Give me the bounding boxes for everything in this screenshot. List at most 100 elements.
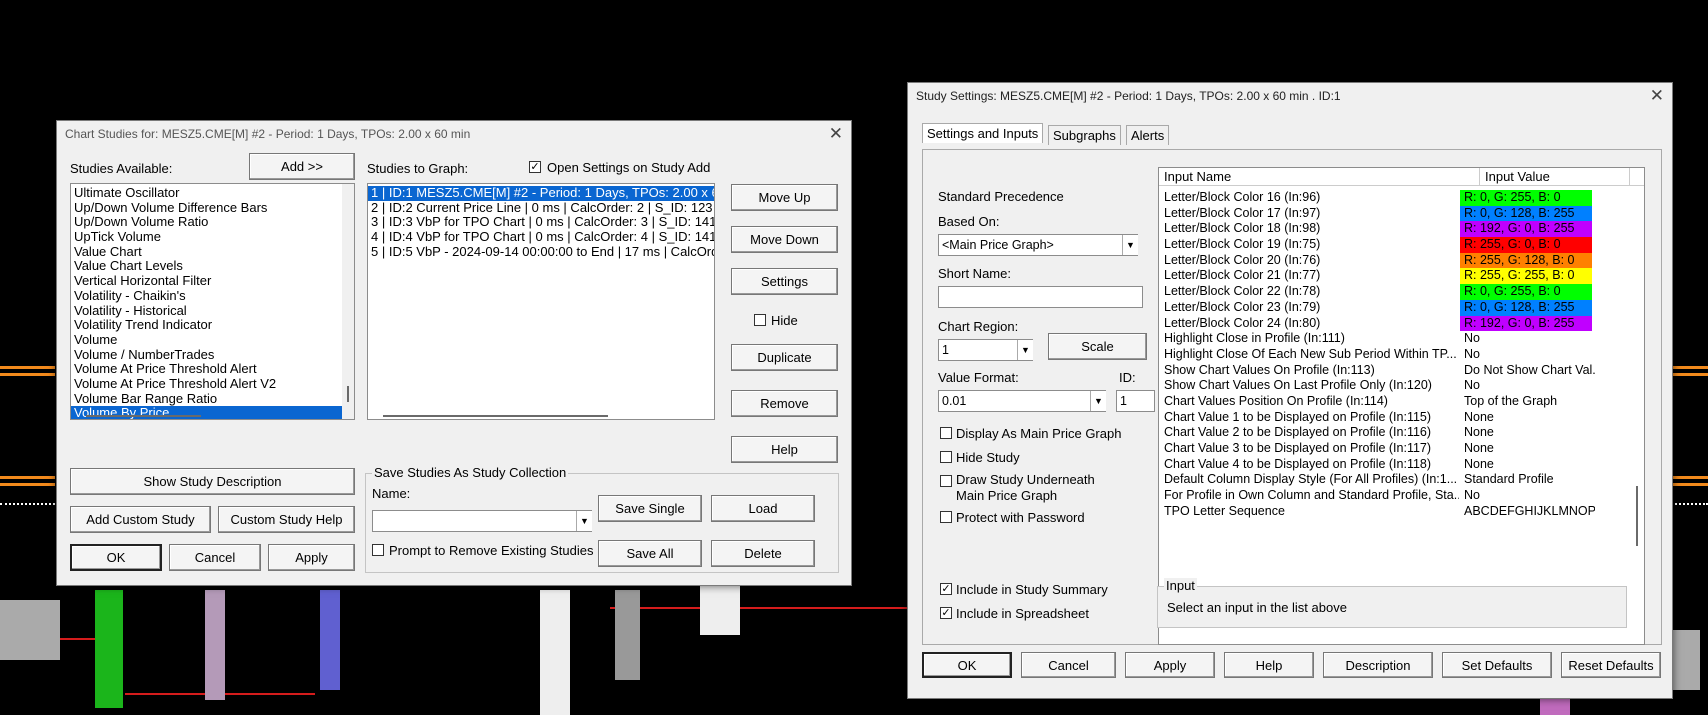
list-item[interactable]: Volume By Price bbox=[71, 406, 354, 419]
input-value-cell[interactable]: R: 0, G: 255, B: 0 bbox=[1460, 190, 1592, 206]
open-settings-checkbox[interactable]: ✓ bbox=[529, 161, 541, 173]
list-item[interactable]: Volume Bar Range Ratio bbox=[71, 391, 354, 407]
inputs-grid[interactable]: Input Name Input Value Letter/Block Colo… bbox=[1158, 167, 1645, 645]
input-value-cell[interactable]: Do Not Show Chart Val... bbox=[1460, 363, 1595, 379]
list-item[interactable]: Volume bbox=[71, 332, 354, 348]
input-value-cell[interactable]: No bbox=[1460, 488, 1595, 504]
table-row[interactable]: Default Column Display Style (For All Pr… bbox=[1159, 472, 1644, 488]
list-item[interactable]: Up/Down Volume Ratio bbox=[71, 215, 354, 230]
list-item[interactable]: 3 | ID:3 VbP for TPO Chart | 0 ms | Calc… bbox=[368, 215, 714, 230]
include-spreadsheet-checkbox[interactable]: ✓ bbox=[940, 607, 952, 619]
help-button[interactable]: Help bbox=[731, 436, 838, 463]
input-value-cell[interactable]: No bbox=[1460, 347, 1595, 363]
studies-to-graph-list[interactable]: 1 | ID:1 MESZ5.CME[M] #2 - Period: 1 Day… bbox=[367, 183, 715, 420]
based-on-dropdown[interactable]: <Main Price Graph> bbox=[938, 234, 1138, 256]
tab-subgraphs[interactable]: Subgraphs bbox=[1048, 125, 1121, 145]
input-value-cell[interactable]: None bbox=[1460, 425, 1595, 441]
studies-available-list[interactable]: Ultimate Oscillator Up/Down Volume Differ… bbox=[70, 183, 355, 420]
table-row[interactable]: Show Chart Values On Last Profile Only (… bbox=[1159, 378, 1644, 394]
id-input[interactable]: 1 bbox=[1116, 390, 1155, 412]
list-item[interactable]: 5 | ID:5 VbP - 2024-09-14 00:00:00 to En… bbox=[368, 244, 714, 260]
list-item[interactable]: UpTick Volume bbox=[71, 229, 354, 245]
list-item[interactable]: 2 | ID:2 Current Price Line | 0 ms | Cal… bbox=[368, 200, 714, 216]
list-item[interactable]: Volatility - Historical bbox=[71, 303, 354, 319]
save-all-button[interactable]: Save All bbox=[598, 540, 702, 567]
table-row[interactable]: Letter/Block Color 16 (In:96) R: 0, G: 25… bbox=[1159, 190, 1644, 206]
short-name-input[interactable] bbox=[938, 286, 1143, 308]
input-value-cell[interactable]: ABCDEFGHIJKLMNOP bbox=[1460, 504, 1595, 520]
list-item[interactable]: Value Chart bbox=[71, 244, 354, 260]
list-item[interactable]: Up/Down Volume Difference Bars bbox=[71, 200, 354, 216]
input-value-cell[interactable]: No bbox=[1460, 378, 1595, 394]
add-button[interactable]: Add >> bbox=[249, 153, 355, 180]
table-row[interactable]: For Profile in Own Column and Standard P… bbox=[1159, 488, 1644, 504]
input-value-cell[interactable]: None bbox=[1460, 410, 1595, 426]
table-row[interactable]: Letter/Block Color 22 (In:78) R: 0, G: 25… bbox=[1159, 284, 1644, 300]
move-up-button[interactable]: Move Up bbox=[731, 184, 838, 211]
description-button[interactable]: Description bbox=[1323, 652, 1433, 678]
delete-button[interactable]: Delete bbox=[711, 540, 815, 567]
protect-password-checkbox[interactable] bbox=[940, 511, 952, 523]
display-as-main-price-graph-checkbox[interactable] bbox=[940, 427, 952, 439]
list-item[interactable]: Value Chart Levels bbox=[71, 259, 354, 274]
collection-name-dropdown[interactable] bbox=[372, 510, 592, 532]
grid-scrollbar[interactable] bbox=[1630, 186, 1644, 644]
settings-apply-button[interactable]: Apply bbox=[1125, 652, 1215, 678]
graph-list-hscroll[interactable] bbox=[383, 415, 608, 417]
input-value-cell[interactable]: R: 0, G: 255, B: 0 bbox=[1460, 284, 1592, 300]
value-format-dropdown[interactable]: 0.01 bbox=[938, 390, 1106, 412]
scale-button[interactable]: Scale bbox=[1048, 333, 1147, 360]
chevron-down-icon[interactable]: ▼ bbox=[1017, 340, 1033, 360]
list-item[interactable]: Volatility - Chaikin's bbox=[71, 288, 354, 304]
cancel-button[interactable]: Cancel bbox=[169, 544, 261, 571]
close-icon[interactable]: ✕ bbox=[1650, 86, 1664, 106]
remove-button[interactable]: Remove bbox=[731, 390, 838, 417]
table-row[interactable]: Letter/Block Color 23 (In:79) R: 0, G: 12… bbox=[1159, 299, 1644, 316]
hide-study-checkbox[interactable] bbox=[940, 451, 952, 463]
tab-alerts[interactable]: Alerts bbox=[1126, 125, 1170, 145]
chevron-down-icon[interactable]: ▼ bbox=[1122, 235, 1138, 255]
apply-button[interactable]: Apply bbox=[268, 544, 355, 571]
list-item[interactable]: Volatility Trend Indicator bbox=[71, 317, 354, 333]
table-row[interactable]: Letter/Block Color 21 (In:77) R: 255, G: … bbox=[1159, 268, 1644, 285]
input-value-cell[interactable]: None bbox=[1460, 457, 1595, 473]
list-item[interactable]: Volume At Price Threshold Alert V2 bbox=[71, 376, 354, 392]
tab-settings-and-inputs[interactable]: Settings and Inputs bbox=[922, 123, 1044, 143]
available-list-hscroll[interactable] bbox=[86, 415, 201, 417]
chevron-down-icon[interactable]: ▼ bbox=[576, 511, 592, 531]
show-study-description-button[interactable]: Show Study Description bbox=[70, 468, 355, 495]
load-button[interactable]: Load bbox=[711, 495, 815, 522]
table-row[interactable]: Chart Value 4 to be Displayed on Profile… bbox=[1159, 457, 1644, 473]
ok-button[interactable]: OK bbox=[70, 544, 162, 571]
available-list-scrollbar[interactable] bbox=[342, 184, 354, 419]
settings-ok-button[interactable]: OK bbox=[922, 652, 1012, 678]
settings-button[interactable]: Settings bbox=[731, 268, 838, 295]
duplicate-button[interactable]: Duplicate bbox=[731, 344, 838, 371]
table-row[interactable]: Chart Values Position On Profile (In:114… bbox=[1159, 394, 1644, 410]
input-value-cell[interactable]: R: 192, G: 0, B: 255 bbox=[1460, 315, 1592, 332]
chevron-down-icon[interactable]: ▼ bbox=[1090, 391, 1106, 411]
table-row[interactable]: Chart Value 1 to be Displayed on Profile… bbox=[1159, 410, 1644, 426]
input-value-cell[interactable]: None bbox=[1460, 441, 1595, 457]
header-input-name[interactable]: Input Name bbox=[1159, 168, 1480, 185]
set-defaults-button[interactable]: Set Defaults bbox=[1442, 652, 1552, 678]
table-row[interactable]: Chart Value 2 to be Displayed on Profile… bbox=[1159, 425, 1644, 441]
table-row[interactable]: Highlight Close in Profile (In:111) No bbox=[1159, 331, 1644, 347]
input-value-cell[interactable]: R: 0, G: 128, B: 255 bbox=[1460, 299, 1592, 316]
list-item[interactable]: Volume At Price Threshold Alert bbox=[71, 362, 354, 377]
table-row[interactable]: Letter/Block Color 24 (In:80) R: 192, G: … bbox=[1159, 315, 1644, 332]
list-item[interactable]: 1 | ID:1 MESZ5.CME[M] #2 - Period: 1 Day… bbox=[368, 185, 714, 201]
list-item[interactable]: Vertical Horizontal Filter bbox=[71, 273, 354, 289]
table-row[interactable]: Chart Value 3 to be Displayed on Profile… bbox=[1159, 441, 1644, 457]
table-row[interactable]: Letter/Block Color 19 (In:75) R: 255, G: … bbox=[1159, 237, 1644, 253]
table-row[interactable]: Letter/Block Color 20 (In:76) R: 255, G: … bbox=[1159, 252, 1644, 269]
input-value-cell[interactable]: R: 0, G: 128, B: 255 bbox=[1460, 205, 1592, 222]
table-row[interactable]: Letter/Block Color 17 (In:97) R: 0, G: 12… bbox=[1159, 205, 1644, 222]
move-down-button[interactable]: Move Down bbox=[731, 226, 838, 253]
input-value-cell[interactable]: R: 255, G: 128, B: 0 bbox=[1460, 252, 1592, 269]
settings-help-button[interactable]: Help bbox=[1224, 652, 1314, 678]
add-custom-study-button[interactable]: Add Custom Study bbox=[70, 506, 211, 533]
list-item[interactable]: 4 | ID:4 VbP for TPO Chart | 0 ms | Calc… bbox=[368, 229, 714, 245]
header-input-value[interactable]: Input Value bbox=[1480, 168, 1630, 185]
table-row[interactable]: TPO Letter Sequence ABCDEFGHIJKLMNOP bbox=[1159, 504, 1644, 520]
